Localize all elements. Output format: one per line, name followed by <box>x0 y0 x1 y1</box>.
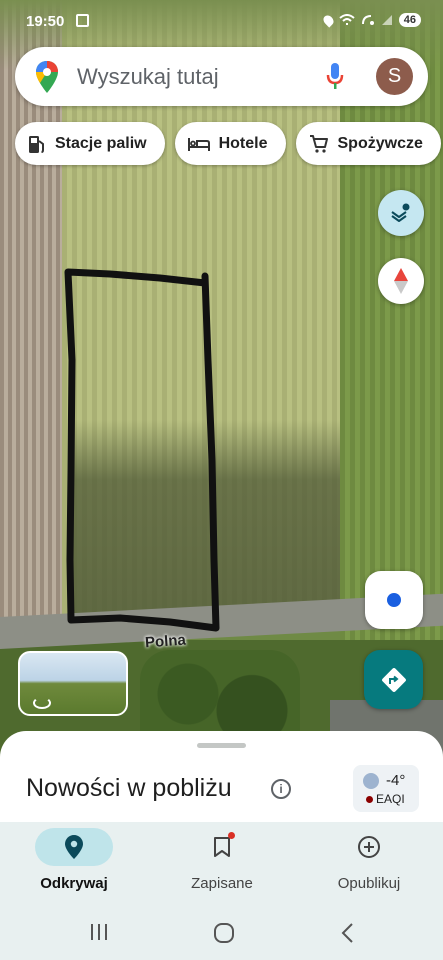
chip-label: Stacje paliw <box>55 134 147 152</box>
home-icon[interactable] <box>213 922 235 944</box>
recent-apps-icon[interactable] <box>89 922 109 942</box>
chip-gas-stations[interactable]: Stacje paliw <box>15 122 165 165</box>
nav-saved-pill <box>183 828 261 866</box>
bookmark-icon <box>214 837 230 857</box>
chip-label: Hotele <box>218 134 268 152</box>
directions-icon <box>381 667 406 692</box>
my-location-button[interactable] <box>365 571 423 629</box>
bottom-navigation: Odkrywaj Zapisane Opublikuj <box>0 822 443 908</box>
layers-button[interactable] <box>378 190 424 236</box>
screen-record-icon <box>76 14 89 27</box>
microphone-icon[interactable] <box>326 62 344 91</box>
back-icon[interactable] <box>340 922 354 944</box>
system-navigation-bar <box>0 908 443 960</box>
street-view-rotate-icon <box>33 697 51 709</box>
nav-explore[interactable]: Odkrywaj <box>4 828 144 892</box>
cart-icon <box>309 134 328 153</box>
compass-button[interactable] <box>378 258 424 304</box>
search-input[interactable]: Wyszukaj tutaj <box>77 64 219 90</box>
nav-saved[interactable]: Zapisane <box>152 828 292 892</box>
nav-contribute-pill <box>330 828 408 866</box>
add-circle-icon <box>358 836 380 858</box>
street-view-thumbnail[interactable] <box>18 651 128 716</box>
notification-dot <box>228 832 235 839</box>
chip-label: Spożywcze <box>337 134 423 152</box>
profile-avatar[interactable]: S <box>376 58 413 95</box>
nav-explore-pill <box>35 828 113 866</box>
directions-button[interactable] <box>364 650 423 709</box>
layers-icon <box>391 203 410 222</box>
category-chips: Stacje paliw Hotele Spożywcze <box>15 122 441 165</box>
sheet-drag-handle[interactable] <box>197 743 246 748</box>
weather-cloud-icon <box>363 773 379 789</box>
nav-label: Odkrywaj <box>40 875 108 892</box>
info-icon[interactable]: i <box>271 779 291 799</box>
fuel-icon <box>29 135 44 153</box>
search-bar[interactable]: Wyszukaj tutaj S <box>15 47 428 106</box>
location-status-icon <box>321 12 336 28</box>
battery-indicator: 46 <box>398 13 421 27</box>
sheet-title: Nowości w pobliżu <box>26 774 232 802</box>
bed-icon <box>187 137 210 151</box>
maps-logo-icon <box>36 61 58 93</box>
air-quality-label: EAQI <box>376 792 405 806</box>
air-quality-dot <box>366 796 373 803</box>
nav-label: Opublikuj <box>337 875 401 892</box>
wifi-icon <box>339 14 355 25</box>
my-location-icon <box>387 593 401 607</box>
compass-icon <box>394 268 408 294</box>
chip-groceries[interactable]: Spożywcze <box>295 122 441 165</box>
weather-widget[interactable]: -4° EAQI <box>353 765 419 812</box>
call-wifi-icon <box>361 15 374 25</box>
status-bar: 19:50 46 <box>0 0 443 42</box>
chip-hotels[interactable]: Hotele <box>174 122 286 165</box>
hand-drawn-outline <box>64 268 220 632</box>
explore-pin-icon <box>65 835 83 859</box>
nav-label: Zapisane <box>191 875 253 892</box>
weather-temperature: -4° <box>386 772 406 789</box>
status-icons: 46 <box>321 12 421 28</box>
status-time: 19:50 <box>26 13 65 30</box>
signal-icon <box>381 15 392 25</box>
map-view[interactable]: Polna <box>0 0 443 760</box>
nav-contribute[interactable]: Opublikuj <box>299 828 439 892</box>
